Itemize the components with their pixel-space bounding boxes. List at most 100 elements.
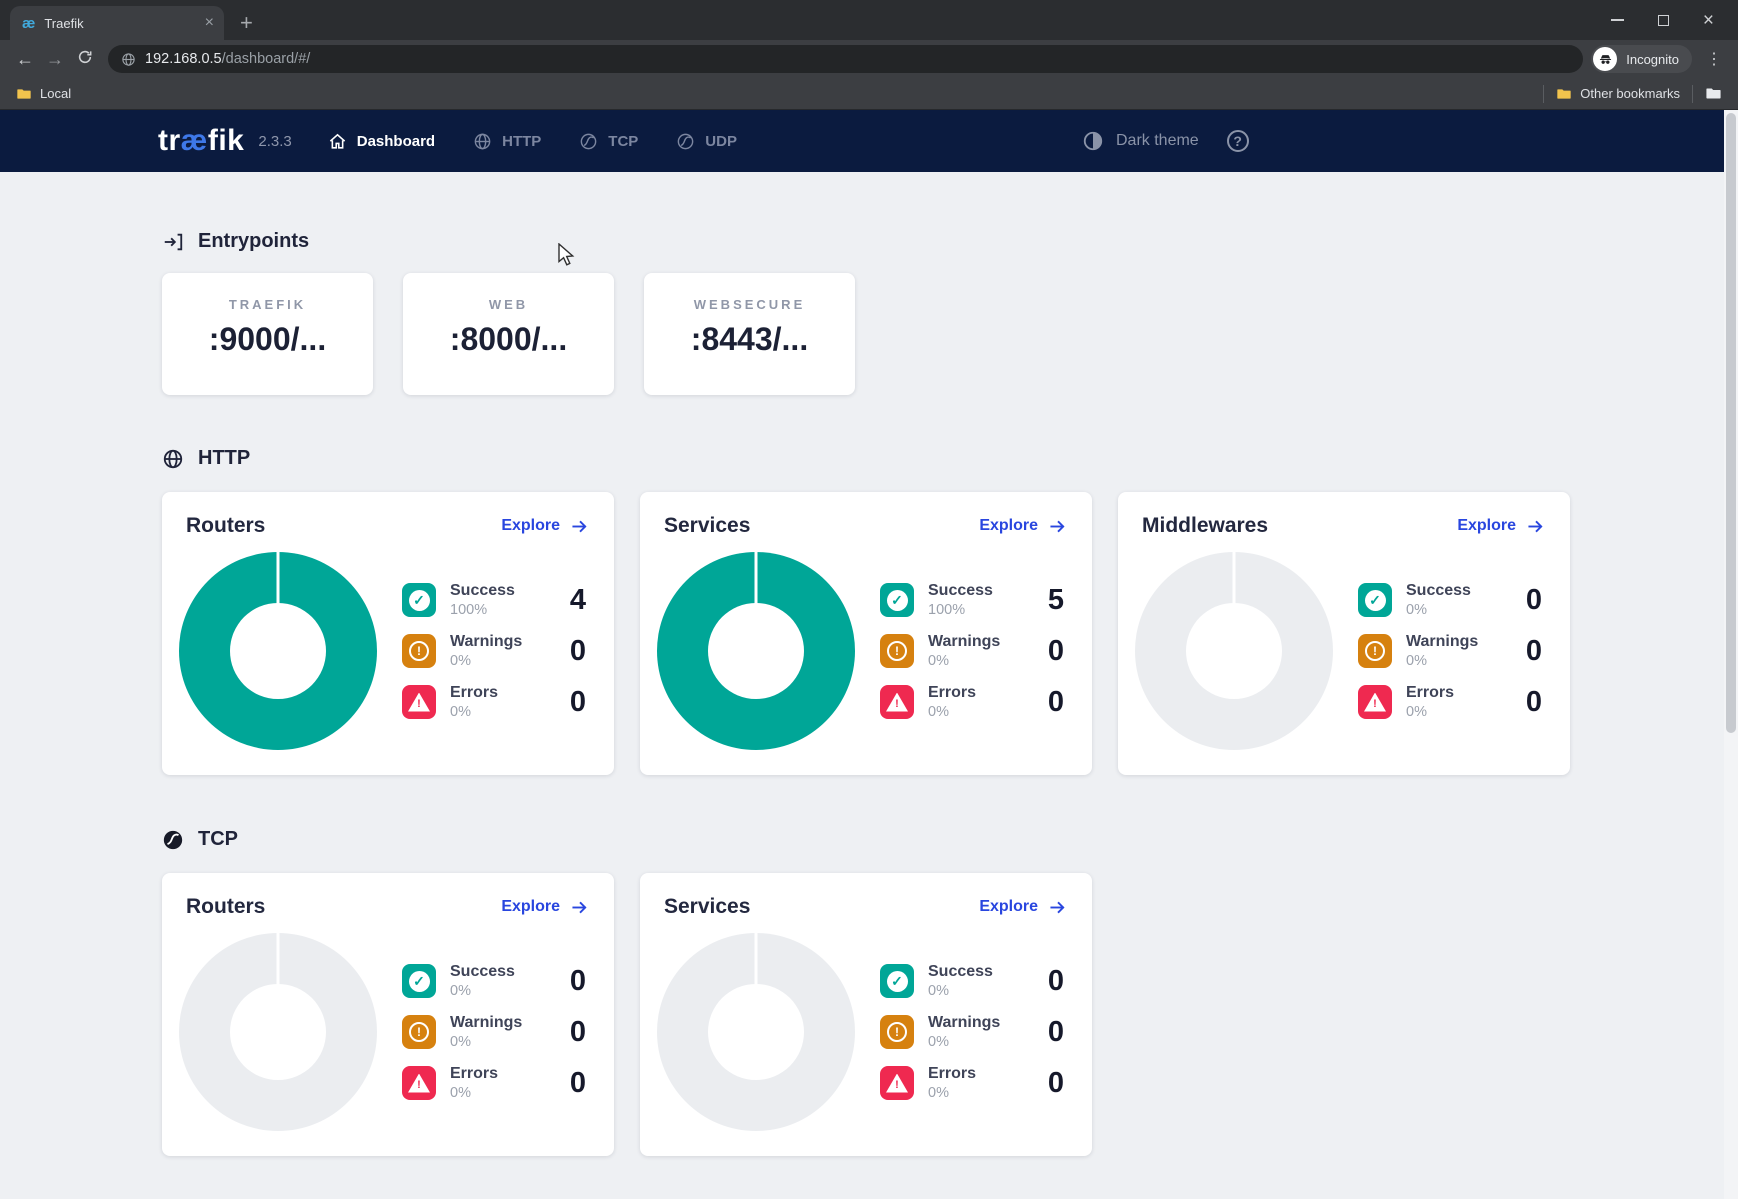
nav-item-http[interactable]: HTTP xyxy=(473,132,541,151)
legend-row-success: ✓ Success0% 0 xyxy=(402,963,586,999)
arrow-right-icon xyxy=(570,518,590,535)
tcp-routers-card: Routers Explore ✓ Success0% 0 ! Warn xyxy=(162,873,614,1156)
browser-menu-button[interactable]: ⋮ xyxy=(1700,49,1728,69)
url-text: 192.168.0.5/dashboard/#/ xyxy=(145,50,310,68)
entrypoints-icon xyxy=(162,231,184,253)
card-title: Services xyxy=(664,514,750,538)
nav-item-dashboard[interactable]: Dashboard xyxy=(328,132,435,151)
legend-row-errors: ! Errors0% 0 xyxy=(402,684,586,720)
explore-link[interactable]: Explore xyxy=(501,517,590,535)
warning-icon: ! xyxy=(402,1015,436,1049)
page-scrollbar[interactable] xyxy=(1724,110,1738,1199)
error-count: 0 xyxy=(570,686,586,719)
warning-icon: ! xyxy=(402,634,436,668)
http-routers-card: Routers Explore ✓ Success100% 4 ! Wa xyxy=(162,492,614,775)
browser-tab[interactable]: æ Traefik × xyxy=(10,6,224,40)
udp-icon xyxy=(676,132,695,151)
legend-row-warnings: ! Warnings0% 0 xyxy=(880,1014,1064,1050)
success-count: 0 xyxy=(570,965,586,998)
http-section-header: HTTP xyxy=(162,447,1738,470)
section-title: Entrypoints xyxy=(198,230,309,253)
bookmarks-divider xyxy=(1543,85,1544,103)
folder-icon xyxy=(1556,86,1572,102)
explore-link[interactable]: Explore xyxy=(501,898,590,916)
nav-item-tcp[interactable]: TCP xyxy=(579,132,638,151)
address-bar[interactable]: 192.168.0.5/dashboard/#/ xyxy=(108,45,1583,73)
success-count: 5 xyxy=(1048,584,1064,617)
warning-count: 0 xyxy=(1048,1016,1064,1049)
legend-row-errors: ! Errors0% 0 xyxy=(402,1065,586,1101)
reload-icon xyxy=(77,49,93,65)
contrast-icon xyxy=(1082,130,1104,152)
warning-icon: ! xyxy=(1358,634,1392,668)
donut-chart xyxy=(657,933,855,1131)
explore-link[interactable]: Explore xyxy=(979,898,1068,916)
tcp-services-card: Services Explore ✓ Success0% 0 ! War xyxy=(640,873,1092,1156)
arrow-right-icon xyxy=(1526,518,1546,535)
version-label: 2.3.3 xyxy=(258,133,291,150)
warning-icon: ! xyxy=(880,634,914,668)
error-icon: ! xyxy=(880,1066,914,1100)
bookmarks-bar: Local Other bookmarks xyxy=(0,78,1738,110)
legend-row-warnings: ! Warnings0% 0 xyxy=(880,633,1064,669)
explore-link[interactable]: Explore xyxy=(1457,517,1546,535)
legend-row-errors: ! Errors0% 0 xyxy=(880,1065,1064,1101)
other-bookmarks[interactable]: Other bookmarks xyxy=(1556,86,1680,102)
explore-label: Explore xyxy=(1457,517,1516,535)
close-window-button[interactable]: × xyxy=(1703,11,1714,30)
http-services-card: Services Explore ✓ Success100% 5 ! W xyxy=(640,492,1092,775)
success-icon: ✓ xyxy=(402,583,436,617)
dark-theme-label: Dark theme xyxy=(1116,132,1199,150)
error-count: 0 xyxy=(1526,686,1542,719)
error-count: 0 xyxy=(1048,1067,1064,1100)
legend-row-warnings: ! Warnings0% 0 xyxy=(402,1014,586,1050)
entrypoint-name: WEB xyxy=(403,297,614,312)
nav-label: HTTP xyxy=(502,133,541,150)
entrypoint-port: :9000/... xyxy=(162,321,373,358)
tcp-icon xyxy=(162,829,184,851)
warning-icon: ! xyxy=(880,1015,914,1049)
explore-label: Explore xyxy=(501,517,560,535)
incognito-icon xyxy=(1593,47,1617,71)
donut-chart xyxy=(179,933,377,1131)
nav-label: UDP xyxy=(705,133,737,150)
new-tab-button[interactable]: + xyxy=(240,12,253,34)
legend-row-success: ✓ Success0% 0 xyxy=(880,963,1064,999)
donut-chart xyxy=(179,552,377,750)
forward-button[interactable]: → xyxy=(40,49,70,70)
back-button[interactable]: ← xyxy=(10,49,40,70)
card-title: Middlewares xyxy=(1142,514,1268,538)
dark-theme-toggle[interactable]: Dark theme xyxy=(1082,130,1199,152)
other-bookmarks-label: Other bookmarks xyxy=(1580,86,1680,101)
explore-link[interactable]: Explore xyxy=(979,517,1068,535)
entrypoint-name: WEBSECURE xyxy=(644,297,855,312)
all-bookmarks-folder-icon[interactable] xyxy=(1705,85,1722,102)
traefik-logo[interactable]: træfik xyxy=(158,124,244,158)
error-icon: ! xyxy=(402,685,436,719)
maximize-button[interactable] xyxy=(1658,15,1669,26)
section-title: HTTP xyxy=(198,447,250,470)
card-title: Routers xyxy=(186,895,265,919)
tab-close-icon[interactable]: × xyxy=(205,15,214,31)
minimize-button[interactable] xyxy=(1611,19,1624,21)
arrow-right-icon xyxy=(1048,518,1068,535)
legend-row-success: ✓ Success0% 0 xyxy=(1358,582,1542,618)
explore-label: Explore xyxy=(501,898,560,916)
url-path: /dashboard/#/ xyxy=(222,51,311,67)
nav-label: Dashboard xyxy=(357,133,435,150)
home-icon xyxy=(328,132,347,151)
entrypoint-card-traefik: TRAEFIK :9000/... xyxy=(162,273,373,395)
entrypoint-card-web: WEB :8000/... xyxy=(403,273,614,395)
bookmark-local[interactable]: Local xyxy=(16,86,71,102)
browser-tab-strip: æ Traefik × + × xyxy=(0,0,1738,40)
legend-row-warnings: ! Warnings0% 0 xyxy=(402,633,586,669)
explore-label: Explore xyxy=(979,898,1038,916)
error-count: 0 xyxy=(570,1067,586,1100)
section-title: TCP xyxy=(198,828,238,851)
nav-item-udp[interactable]: UDP xyxy=(676,132,737,151)
reload-button[interactable] xyxy=(70,49,100,70)
scrollbar-thumb[interactable] xyxy=(1726,113,1736,733)
success-count: 0 xyxy=(1526,584,1542,617)
help-icon[interactable]: ? xyxy=(1227,130,1249,152)
donut-chart xyxy=(1135,552,1333,750)
